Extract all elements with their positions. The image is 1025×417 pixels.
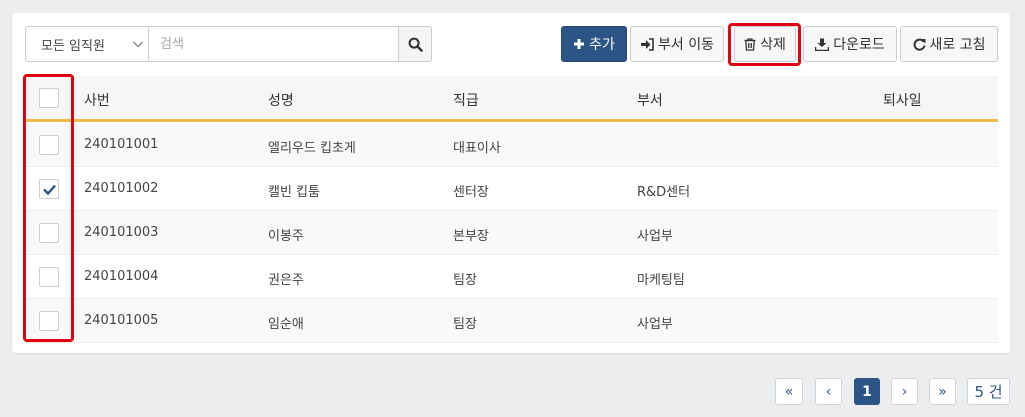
employee-filter-value: 모든 임직원: [41, 38, 105, 54]
move-department-button[interactable]: 부서 이동: [630, 26, 724, 62]
table-row[interactable]: 240101004 권은주 팀장 마케팅팀: [25, 255, 998, 299]
search-input[interactable]: [148, 26, 398, 62]
cell-rank: 팀장: [453, 317, 477, 332]
pagination-prev-button[interactable]: ‹: [815, 378, 842, 405]
delete-button-label: 삭제: [760, 37, 786, 53]
toolbar: 모든 임직원 추가 부서 이동: [12, 13, 1010, 75]
refresh-button-label: 새로 고침: [929, 37, 986, 53]
download-button[interactable]: 다운로드: [803, 26, 897, 62]
cell-rank: 본부장: [453, 229, 489, 244]
cell-name: 캘빈 킵툼: [268, 185, 320, 200]
cell-id: 240101004: [84, 269, 159, 284]
plus-icon: [574, 39, 585, 49]
cell-dept: 사업부: [637, 317, 673, 332]
refresh-icon: [913, 38, 925, 51]
cell-id: 240101005: [84, 313, 159, 328]
cell-dept: 마케팅팀: [637, 273, 685, 288]
search-button[interactable]: [398, 26, 432, 62]
sign-in-icon: [641, 37, 654, 51]
cell-id: 240101002: [84, 181, 159, 196]
table-header: 사번 성명 직급 부서 퇴사일: [25, 76, 998, 122]
pagination-last-button[interactable]: »: [929, 378, 956, 405]
add-button-label: 추가: [589, 37, 615, 53]
pagination-first-button[interactable]: «: [775, 378, 803, 405]
check-icon: [43, 184, 56, 196]
header-retire-date[interactable]: 퇴사일: [883, 90, 922, 110]
table-row[interactable]: 240101003 이봉주 본부장 사업부: [25, 211, 998, 255]
header-name[interactable]: 성명: [268, 90, 294, 110]
pagination-page-1[interactable]: 1: [854, 378, 880, 405]
cell-name: 엘리우드 킵초게: [268, 141, 356, 156]
select-all-checkbox[interactable]: [39, 88, 59, 108]
row-checkbox[interactable]: [39, 267, 59, 287]
refresh-button[interactable]: 새로 고침: [900, 26, 998, 62]
cell-id: 240101003: [84, 225, 159, 240]
employee-filter-select[interactable]: 모든 임직원: [25, 26, 155, 62]
table-row[interactable]: 240101002 캘빈 킵툼 센터장 R&D센터: [25, 167, 998, 211]
header-id[interactable]: 사번: [84, 90, 110, 110]
cell-name: 권은주: [268, 273, 304, 288]
search-icon: [408, 37, 423, 52]
row-checkbox[interactable]: [39, 135, 59, 155]
move-department-label: 부서 이동: [658, 37, 714, 53]
download-icon: [815, 38, 830, 51]
cell-id: 240101001: [84, 137, 159, 152]
chevron-down-icon: [133, 41, 143, 48]
record-count: 5 건: [967, 378, 1010, 405]
cell-rank: 팀장: [453, 273, 477, 288]
trash-icon: [744, 37, 756, 51]
download-button-label: 다운로드: [833, 37, 885, 53]
row-checkbox[interactable]: [39, 311, 59, 331]
cell-dept: 사업부: [637, 229, 673, 244]
row-checkbox[interactable]: [39, 223, 59, 243]
header-dept[interactable]: 부서: [637, 90, 663, 110]
cell-rank: 대표이사: [453, 141, 501, 156]
row-checkbox[interactable]: [39, 179, 59, 199]
employee-panel: 모든 임직원 추가 부서 이동: [12, 13, 1010, 353]
cell-name: 임순애: [268, 317, 304, 332]
delete-button[interactable]: 삭제: [734, 26, 796, 62]
table-row[interactable]: 240101001 엘리우드 킵초게 대표이사: [25, 123, 998, 167]
header-rank[interactable]: 직급: [453, 90, 479, 110]
add-button[interactable]: 추가: [561, 26, 627, 62]
pagination-next-button[interactable]: ›: [891, 378, 918, 405]
cell-name: 이봉주: [268, 229, 304, 244]
table-row[interactable]: 240101005 임순애 팀장 사업부: [25, 299, 998, 343]
cell-rank: 센터장: [453, 185, 489, 200]
cell-dept: R&D센터: [637, 185, 691, 200]
